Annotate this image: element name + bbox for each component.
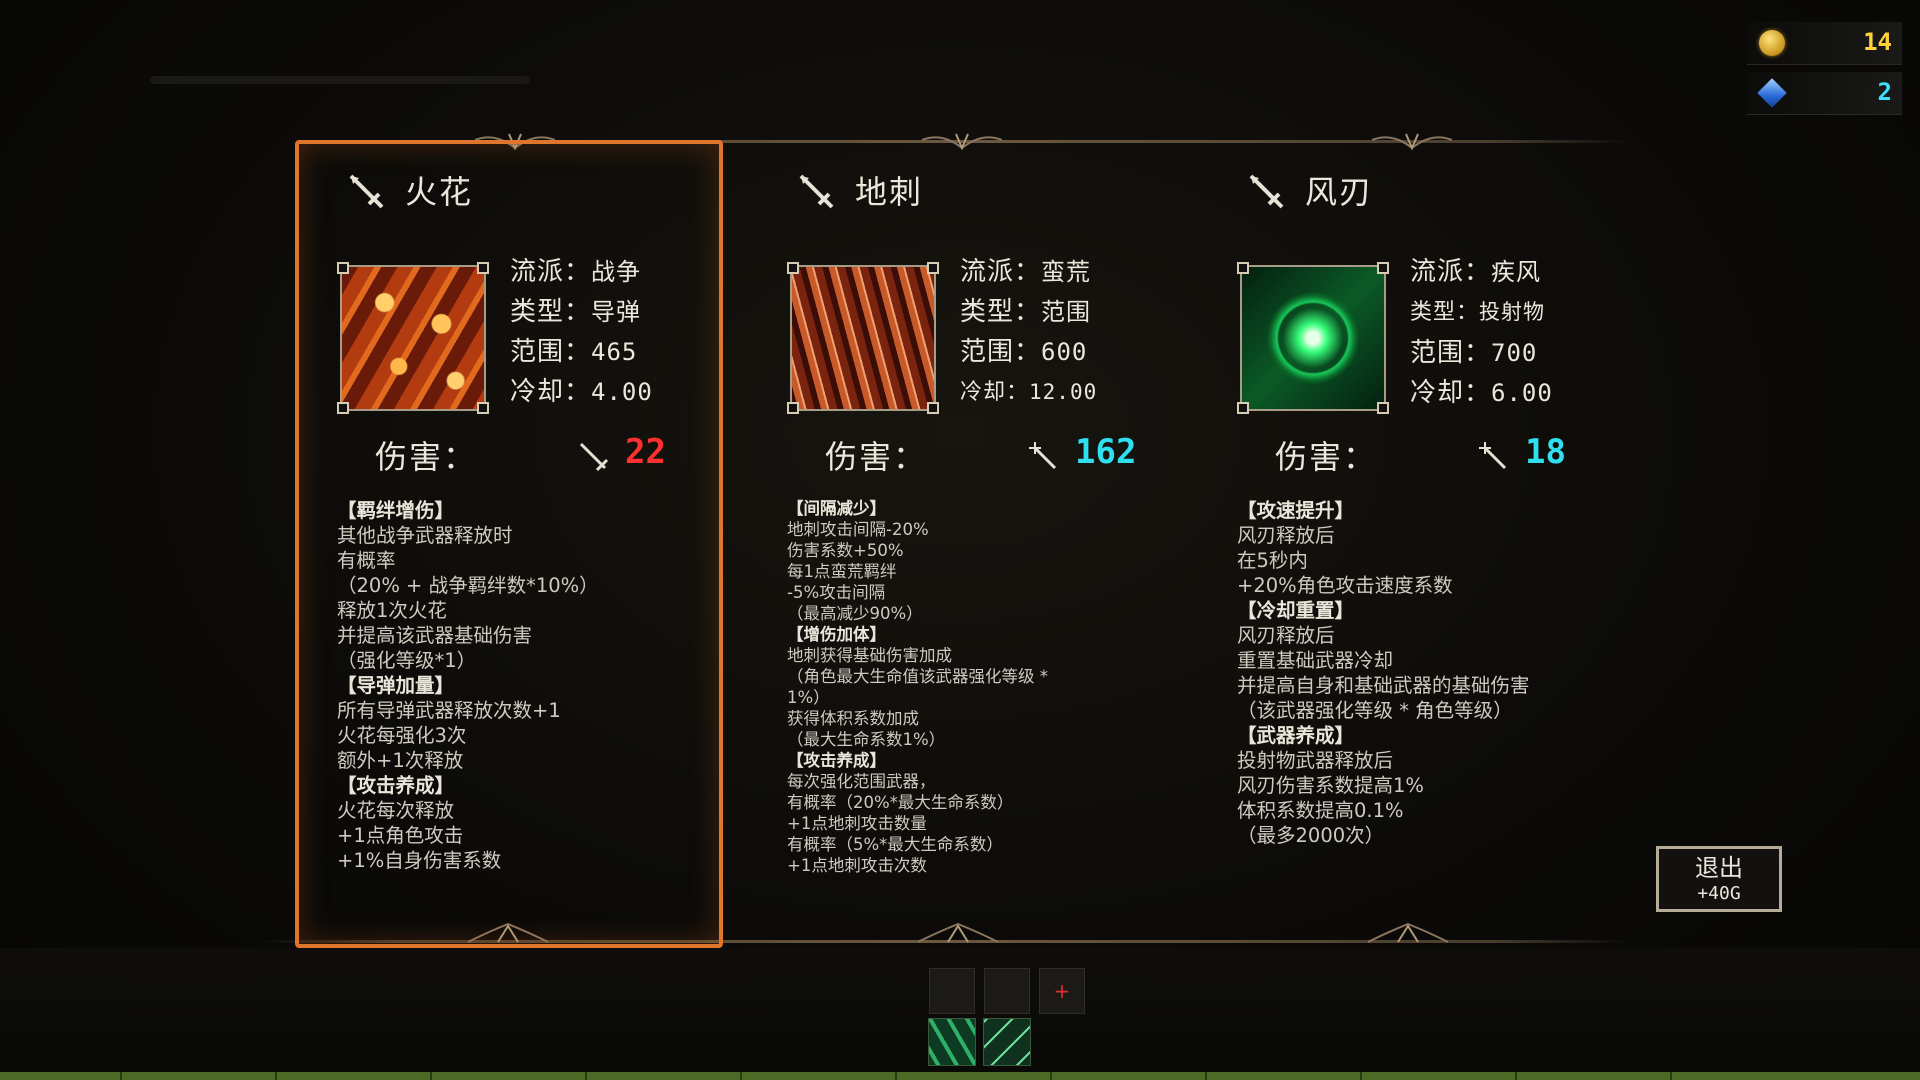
stat-cooldown: 冷却：4.00	[510, 377, 653, 407]
experience-bar	[0, 1072, 1920, 1080]
stat-cooldown: 冷却：12.00	[960, 380, 1098, 405]
stat-type: 类型：投射物	[1410, 300, 1546, 325]
weapon-description: 【攻速提升】 风刃释放后 在5秒内 +20%角色攻击速度系数 【冷却重置】 风刃…	[1237, 499, 1530, 847]
weapon-thumbnail-spark	[337, 262, 489, 414]
gold-coin-icon	[1759, 30, 1785, 56]
gold-value: 14	[1863, 28, 1892, 56]
magic-wand-icon	[1479, 442, 1507, 470]
weapon-slot-empty[interactable]	[984, 968, 1030, 1014]
stat-cooldown: 冷却：6.00	[1410, 378, 1553, 408]
stat-school: 流派：战争	[510, 257, 642, 287]
weapon-thumbnail-wind-blade	[1237, 262, 1389, 414]
exit-button[interactable]: 退出 +40G	[1656, 846, 1782, 912]
gold-counter: 14	[1747, 22, 1902, 65]
damage-value: 18	[1525, 432, 1566, 472]
weapon-slot-empty[interactable]	[929, 968, 975, 1014]
stat-school: 流派：疾风	[1410, 257, 1542, 287]
gem-value: 2	[1877, 78, 1892, 106]
weapon-card-spark[interactable]: 火花 流派：战争 类型：导弹 范围：465 冷却：4.00 伤害： 22 【羁绊…	[305, 130, 705, 940]
damage-row: 伤害： 18	[1275, 430, 1595, 480]
weapon-card-ground-spike[interactable]: 地刺 流派：蛮荒 类型：范围 范围：600 冷却：12.00 伤害： 162 【…	[755, 130, 1155, 940]
weapon-card-wind-blade[interactable]: 风刃 流派：疾风 类型：投射物 范围：700 冷却：6.00 伤害： 18 【攻…	[1205, 130, 1605, 940]
gem-counter: 2	[1747, 72, 1902, 115]
card-title: 风刃	[1245, 170, 1374, 211]
sword-icon	[799, 174, 834, 209]
damage-row: 伤害： 22	[375, 430, 695, 480]
exit-label: 退出	[1695, 854, 1743, 882]
stat-range: 范围：700	[1410, 338, 1538, 368]
stat-type: 类型：范围	[960, 297, 1092, 327]
sword-icon	[1249, 174, 1284, 209]
stat-type: 类型：导弹	[510, 297, 642, 327]
damage-label: 伤害：	[825, 438, 928, 476]
magic-wand-icon	[1029, 442, 1057, 470]
damage-value: 22	[625, 432, 666, 472]
add-slot-button[interactable]: +	[1039, 968, 1085, 1014]
weapon-name: 地刺	[855, 173, 924, 211]
exit-reward: +40G	[1697, 883, 1741, 904]
damage-row: 伤害： 162	[825, 430, 1145, 480]
weapon-name: 火花	[405, 173, 474, 211]
weapon-stats: 流派：蛮荒 类型：范围 范围：600 冷却：12.00	[960, 252, 1097, 413]
card-title: 地刺	[795, 170, 924, 211]
stat-range: 范围：600	[960, 337, 1088, 367]
sword-icon	[349, 174, 384, 209]
blue-gem-icon	[1757, 78, 1787, 108]
damage-value: 162	[1075, 432, 1137, 472]
owned-weapon-slot[interactable]	[983, 1018, 1031, 1066]
damage-label: 伤害：	[375, 438, 478, 476]
card-title: 火花	[345, 170, 474, 211]
damage-label: 伤害：	[1275, 438, 1378, 476]
stat-school: 流派：蛮荒	[960, 257, 1092, 287]
weapon-stats: 流派：疾风 类型：投射物 范围：700 冷却：6.00	[1410, 252, 1553, 413]
owned-weapon-slot[interactable]	[928, 1018, 976, 1066]
sword-slash-icon	[579, 442, 609, 472]
background-xp-bar	[150, 76, 530, 84]
weapon-description: 【间隔减少】 地刺攻击间隔-20% 伤害系数+50% 每1点蛮荒羁绊 -5%攻击…	[787, 499, 1048, 875]
weapon-description: 【羁绊增伤】 其他战争武器释放时 有概率 （20% + 战争羁绊数*10%） 释…	[337, 499, 599, 872]
weapon-thumbnail-ground-spike	[787, 262, 939, 414]
stat-range: 范围：465	[510, 337, 638, 367]
weapon-name: 风刃	[1305, 173, 1374, 211]
weapon-stats: 流派：战争 类型：导弹 范围：465 冷却：4.00	[510, 252, 653, 412]
